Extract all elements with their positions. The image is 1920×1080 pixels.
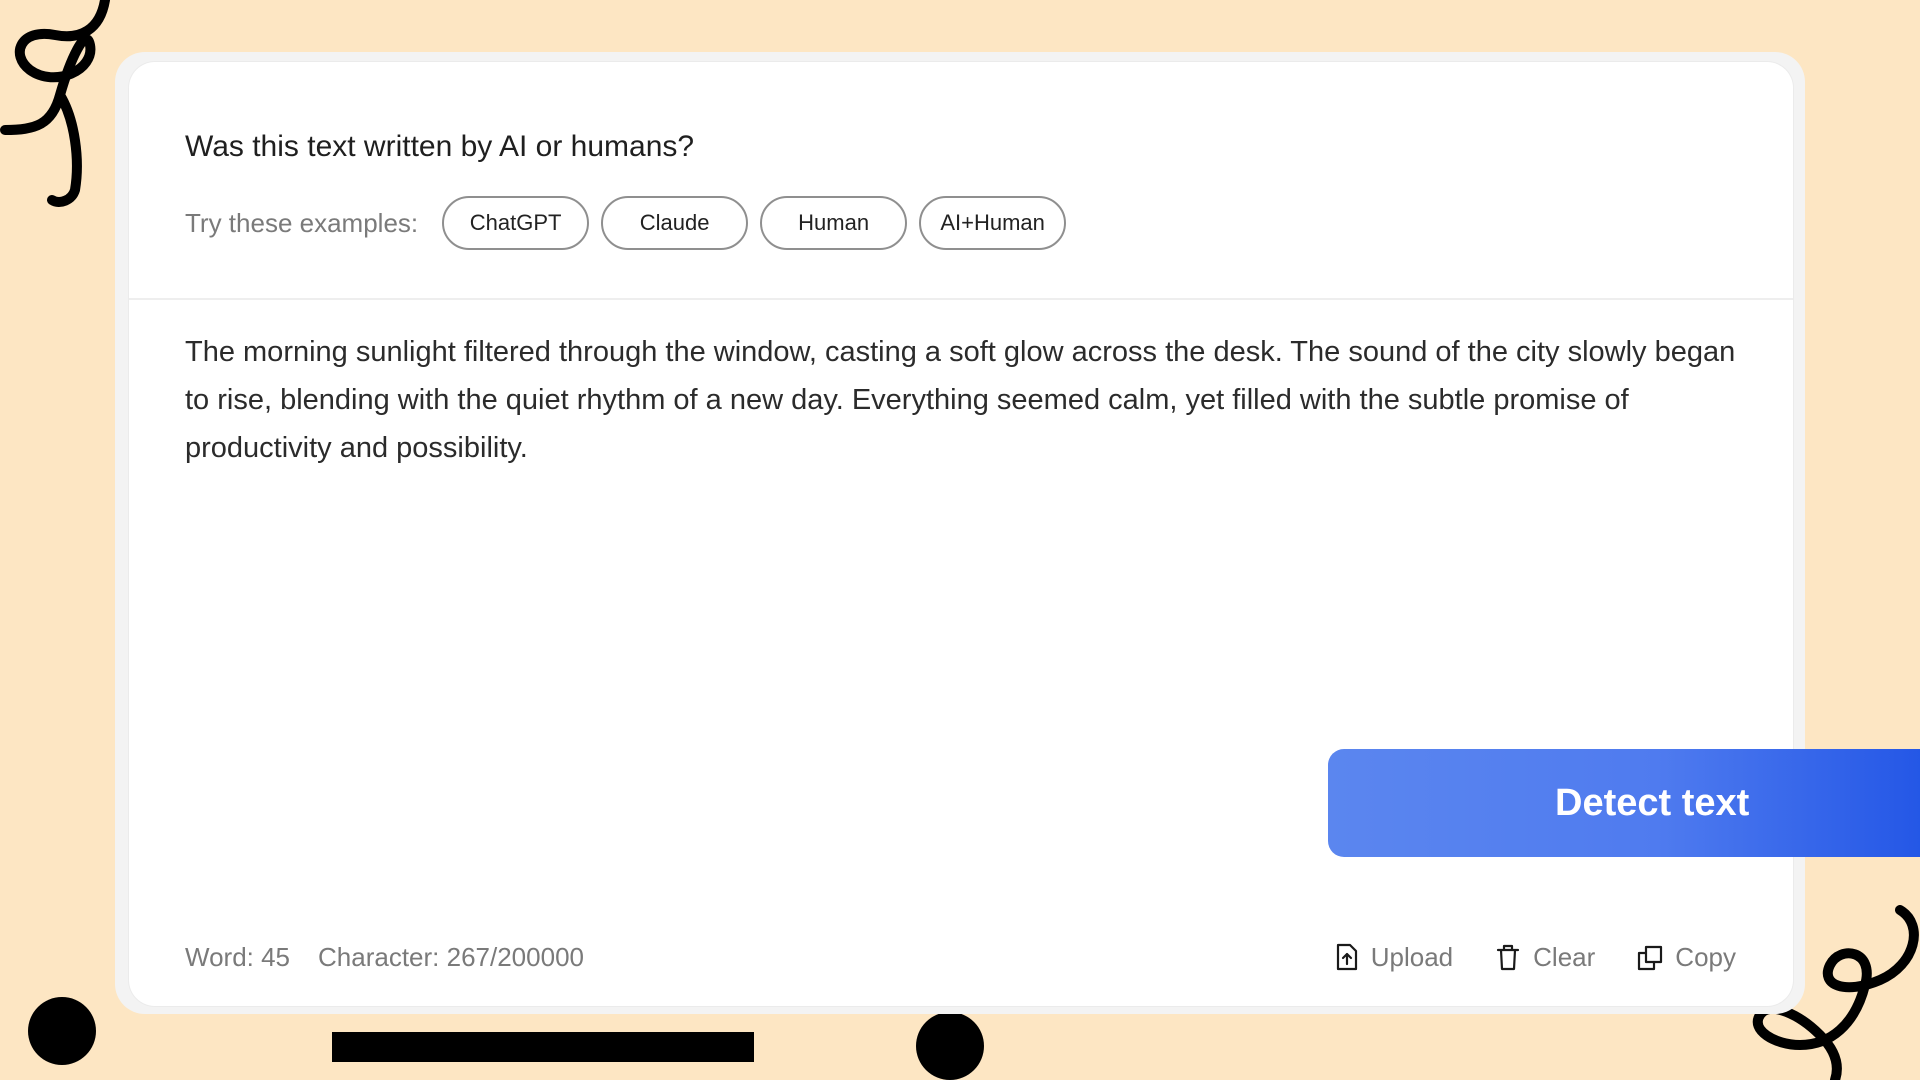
character-count: Character: 267/200000 [318, 942, 584, 972]
copy-icon [1638, 945, 1663, 971]
example-human-button[interactable]: Human [760, 196, 908, 250]
word-count: Word: 45 [185, 942, 291, 972]
upload-icon [1336, 943, 1357, 971]
example-chatgpt-button[interactable]: ChatGPT [442, 196, 590, 250]
detect-text-button[interactable]: Detect text [1328, 749, 1920, 857]
question-heading: Was this text written by AI or humans? [185, 130, 695, 163]
examples-label: Try these examples: [185, 207, 419, 238]
trash-icon [1497, 944, 1520, 971]
clear-button[interactable]: Clear [1493, 942, 1595, 973]
action-bar: Upload Clear Copy [1291, 932, 1736, 982]
squiggle-top-left-decoration [0, 0, 110, 207]
dot-decoration-center [916, 1012, 984, 1080]
text-stats: Word: 45 Character: 267/200000 [185, 942, 584, 973]
example-ai-human-button[interactable]: AI+Human [919, 196, 1067, 250]
upload-button[interactable]: Upload [1331, 942, 1453, 973]
upload-label: Upload [1370, 941, 1454, 972]
divider [129, 298, 1793, 300]
detector-card: Was this text written by AI or humans? T… [129, 62, 1793, 1006]
copy-button[interactable]: Copy [1635, 942, 1736, 973]
copy-label: Copy [1675, 941, 1736, 972]
bar-decoration [332, 1032, 754, 1062]
dot-decoration-left [28, 997, 96, 1065]
example-claude-button[interactable]: Claude [601, 196, 749, 250]
clear-label: Clear [1533, 941, 1596, 972]
examples-row: Try these examples: ChatGPT Claude Human… [185, 195, 1078, 251]
text-input-area[interactable]: The morning sunlight filtered through th… [185, 328, 1745, 472]
